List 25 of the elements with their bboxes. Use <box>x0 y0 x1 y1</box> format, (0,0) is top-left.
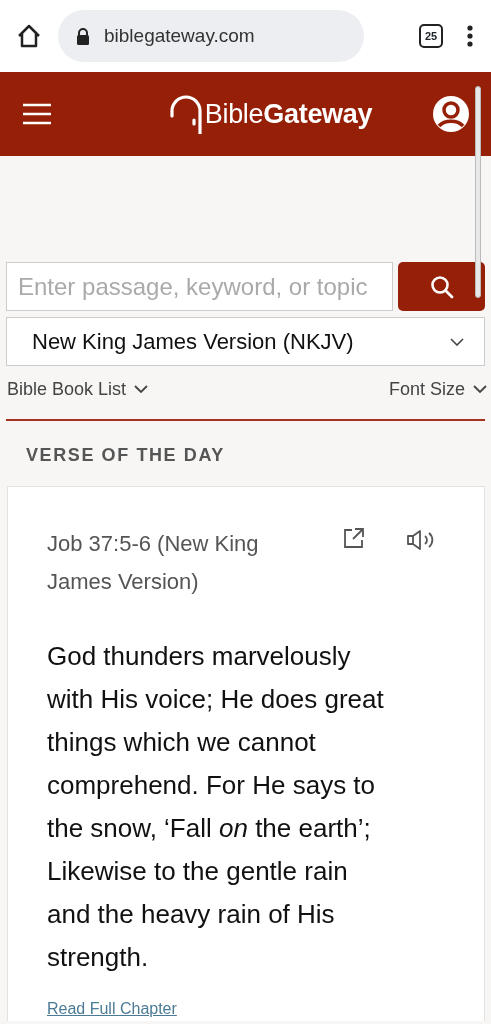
logo-icon <box>168 94 205 134</box>
verse-reference: Job 37:5-6 (New King James Version) <box>47 530 260 596</box>
user-avatar-icon[interactable] <box>433 96 469 132</box>
tab-count-button[interactable]: 25 <box>419 24 443 48</box>
version-select[interactable]: New King James Version (NKJV) <box>6 317 485 366</box>
read-full-chapter-link[interactable]: Read Full Chapter <box>47 997 177 1021</box>
logo-text[interactable]: BibleGateway <box>204 93 373 135</box>
lock-icon <box>76 27 90 45</box>
share-icon[interactable] <box>343 527 365 549</box>
section-heading: VERSE OF THE DAY <box>26 444 226 467</box>
url-text: biblegateway.com <box>104 23 255 48</box>
chevron-down-icon <box>450 337 464 346</box>
scrollbar[interactable] <box>475 86 481 298</box>
home-icon[interactable] <box>16 23 42 49</box>
menu-icon[interactable] <box>22 103 52 125</box>
search-icon <box>429 274 454 299</box>
search-button[interactable] <box>398 262 485 311</box>
address-bar[interactable]: biblegateway.com <box>58 10 364 62</box>
dropdown-link[interactable]: Bible Book List <box>7 375 149 403</box>
verse-text: God thunders marvelously with His voice; He does great things which we cannot comprehend. For He says to the snow, ‘Fall on the earth’; Likewise to the gentle rain and the heavy rain of His strength. <box>47 640 385 974</box>
dropdown-link[interactable]: Font Size <box>388 375 487 403</box>
more-options-icon[interactable] <box>467 25 473 47</box>
chevron-down-icon <box>134 385 149 393</box>
search-field[interactable]: Enter passage, keyword, or topic <box>6 262 393 311</box>
chevron-down-icon <box>473 385 487 393</box>
